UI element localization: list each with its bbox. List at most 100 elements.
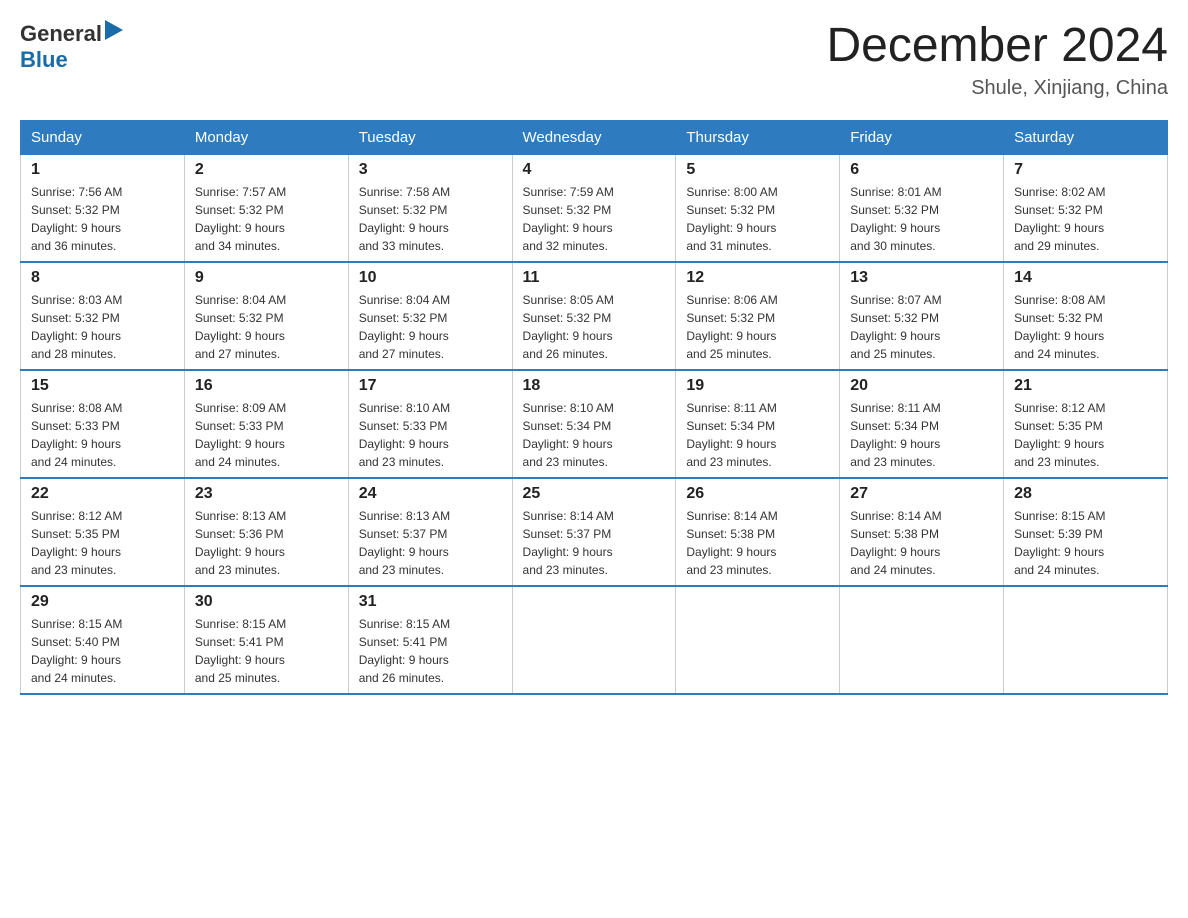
day-info: Sunrise: 8:04 AMSunset: 5:32 PMDaylight:… <box>359 291 502 363</box>
calendar-cell: 22 Sunrise: 8:12 AMSunset: 5:35 PMDayligh… <box>21 478 185 586</box>
calendar-cell: 7Sunrise: 8:02 AMSunset: 5:32 PMDaylight… <box>1004 154 1168 262</box>
calendar-cell: 25Sunrise: 8:14 AMSunset: 5:37 PMDayligh… <box>512 478 676 586</box>
day-number: 23 <box>195 485 338 503</box>
day-info: Sunrise: 8:08 AMSunset: 5:33 PMDaylight:… <box>31 399 174 471</box>
calendar-cell <box>512 586 676 694</box>
day-number: 28 <box>1014 485 1157 503</box>
day-info: Sunrise: 8:13 AMSunset: 5:37 PMDaylight:… <box>359 507 502 579</box>
day-number: 17 <box>359 377 502 395</box>
calendar-cell: 18 Sunrise: 8:10 AMSunset: 5:34 PMDayligh… <box>512 370 676 478</box>
page-header: General Blue December 2024 Shule, Xinjia… <box>20 20 1168 100</box>
day-info: Sunrise: 8:03 AMSunset: 5:32 PMDaylight:… <box>31 291 174 363</box>
day-number: 18 <box>523 377 666 395</box>
day-number: 22 <box>31 485 174 503</box>
weekday-header-monday: Monday <box>184 120 348 154</box>
calendar-cell: 14 Sunrise: 8:08 AMSunset: 5:32 PMDayligh… <box>1004 262 1168 370</box>
day-info: Sunrise: 8:10 AMSunset: 5:34 PMDaylight:… <box>523 399 666 471</box>
calendar-week-row: 22 Sunrise: 8:12 AMSunset: 5:35 PMDayligh… <box>21 478 1168 586</box>
calendar-cell: 5 Sunrise: 8:00 AMSunset: 5:32 PMDaylight… <box>676 154 840 262</box>
day-info: Sunrise: 7:59 AMSunset: 5:32 PMDaylight:… <box>523 183 666 255</box>
day-info: Sunrise: 8:15 AMSunset: 5:39 PMDaylight:… <box>1014 507 1157 579</box>
day-number: 15 <box>31 377 174 395</box>
calendar-cell: 2 Sunrise: 7:57 AMSunset: 5:32 PMDaylight… <box>184 154 348 262</box>
calendar-cell: 16 Sunrise: 8:09 AMSunset: 5:33 PMDayligh… <box>184 370 348 478</box>
day-info: Sunrise: 8:06 AMSunset: 5:32 PMDaylight:… <box>686 291 829 363</box>
day-info: Sunrise: 8:10 AMSunset: 5:33 PMDaylight:… <box>359 399 502 471</box>
calendar-cell: 12 Sunrise: 8:06 AMSunset: 5:32 PMDayligh… <box>676 262 840 370</box>
day-number: 14 <box>1014 269 1157 287</box>
calendar-cell: 9 Sunrise: 8:04 AMSunset: 5:32 PMDaylight… <box>184 262 348 370</box>
calendar-table: SundayMondayTuesdayWednesdayThursdayFrid… <box>20 120 1168 695</box>
day-number: 10 <box>359 269 502 287</box>
day-info: Sunrise: 8:14 AMSunset: 5:38 PMDaylight:… <box>686 507 829 579</box>
day-number: 13 <box>850 269 993 287</box>
calendar-cell: 24 Sunrise: 8:13 AMSunset: 5:37 PMDayligh… <box>348 478 512 586</box>
day-number: 5 <box>686 161 829 179</box>
day-number: 4 <box>523 161 666 179</box>
day-info: Sunrise: 8:00 AMSunset: 5:32 PMDaylight:… <box>686 183 829 255</box>
day-info: Sunrise: 8:05 AMSunset: 5:32 PMDaylight:… <box>523 291 666 363</box>
calendar-cell: 19Sunrise: 8:11 AMSunset: 5:34 PMDayligh… <box>676 370 840 478</box>
calendar-cell <box>1004 586 1168 694</box>
day-info: Sunrise: 8:14 AMSunset: 5:38 PMDaylight:… <box>850 507 993 579</box>
calendar-week-row: 15 Sunrise: 8:08 AMSunset: 5:33 PMDayligh… <box>21 370 1168 478</box>
day-info: Sunrise: 8:07 AMSunset: 5:32 PMDaylight:… <box>850 291 993 363</box>
calendar-cell: 31 Sunrise: 8:15 AMSunset: 5:41 PMDayligh… <box>348 586 512 694</box>
day-info: Sunrise: 8:04 AMSunset: 5:32 PMDaylight:… <box>195 291 338 363</box>
logo-general-text: General <box>20 21 102 47</box>
calendar-cell: 29 Sunrise: 8:15 AMSunset: 5:40 PMDayligh… <box>21 586 185 694</box>
day-number: 8 <box>31 269 174 287</box>
month-year-title: December 2024 <box>826 20 1168 73</box>
title-block: December 2024 Shule, Xinjiang, China <box>826 20 1168 100</box>
day-info: Sunrise: 8:12 AMSunset: 5:35 PMDaylight:… <box>31 507 174 579</box>
weekday-header-tuesday: Tuesday <box>348 120 512 154</box>
calendar-cell: 11 Sunrise: 8:05 AMSunset: 5:32 PMDayligh… <box>512 262 676 370</box>
day-info: Sunrise: 8:09 AMSunset: 5:33 PMDaylight:… <box>195 399 338 471</box>
day-number: 31 <box>359 593 502 611</box>
day-number: 2 <box>195 161 338 179</box>
calendar-cell: 4 Sunrise: 7:59 AMSunset: 5:32 PMDaylight… <box>512 154 676 262</box>
calendar-cell: 13 Sunrise: 8:07 AMSunset: 5:32 PMDayligh… <box>840 262 1004 370</box>
calendar-cell: 3 Sunrise: 7:58 AMSunset: 5:32 PMDaylight… <box>348 154 512 262</box>
day-number: 16 <box>195 377 338 395</box>
calendar-cell: 20 Sunrise: 8:11 AMSunset: 5:34 PMDayligh… <box>840 370 1004 478</box>
day-info: Sunrise: 8:15 AMSunset: 5:41 PMDaylight:… <box>359 615 502 687</box>
calendar-cell: 30Sunrise: 8:15 AMSunset: 5:41 PMDayligh… <box>184 586 348 694</box>
calendar-week-row: 8 Sunrise: 8:03 AMSunset: 5:32 PMDaylight… <box>21 262 1168 370</box>
day-number: 9 <box>195 269 338 287</box>
logo: General Blue <box>20 20 123 73</box>
day-info: Sunrise: 8:15 AMSunset: 5:41 PMDaylight:… <box>195 615 338 687</box>
day-info: Sunrise: 8:08 AMSunset: 5:32 PMDaylight:… <box>1014 291 1157 363</box>
day-number: 26 <box>686 485 829 503</box>
day-number: 21 <box>1014 377 1157 395</box>
weekday-header-row: SundayMondayTuesdayWednesdayThursdayFrid… <box>21 120 1168 154</box>
day-number: 7 <box>1014 161 1157 179</box>
day-number: 1 <box>31 161 174 179</box>
day-number: 24 <box>359 485 502 503</box>
day-info: Sunrise: 8:15 AMSunset: 5:40 PMDaylight:… <box>31 615 174 687</box>
day-number: 29 <box>31 593 174 611</box>
day-info: Sunrise: 8:12 AMSunset: 5:35 PMDaylight:… <box>1014 399 1157 471</box>
day-number: 3 <box>359 161 502 179</box>
day-number: 27 <box>850 485 993 503</box>
calendar-cell: 26 Sunrise: 8:14 AMSunset: 5:38 PMDayligh… <box>676 478 840 586</box>
day-number: 11 <box>523 269 666 287</box>
calendar-week-row: 29 Sunrise: 8:15 AMSunset: 5:40 PMDayligh… <box>21 586 1168 694</box>
day-number: 20 <box>850 377 993 395</box>
calendar-week-row: 1 Sunrise: 7:56 AMSunset: 5:32 PMDaylight… <box>21 154 1168 262</box>
calendar-cell: 23Sunrise: 8:13 AMSunset: 5:36 PMDayligh… <box>184 478 348 586</box>
day-info: Sunrise: 7:56 AMSunset: 5:32 PMDaylight:… <box>31 183 174 255</box>
day-info: Sunrise: 8:11 AMSunset: 5:34 PMDaylight:… <box>686 399 829 471</box>
day-info: Sunrise: 7:58 AMSunset: 5:32 PMDaylight:… <box>359 183 502 255</box>
logo-blue-text: Blue <box>20 47 68 72</box>
calendar-cell: 27 Sunrise: 8:14 AMSunset: 5:38 PMDayligh… <box>840 478 1004 586</box>
day-info: Sunrise: 8:01 AMSunset: 5:32 PMDaylight:… <box>850 183 993 255</box>
day-info: Sunrise: 8:11 AMSunset: 5:34 PMDaylight:… <box>850 399 993 471</box>
day-info: Sunrise: 7:57 AMSunset: 5:32 PMDaylight:… <box>195 183 338 255</box>
calendar-cell: 28 Sunrise: 8:15 AMSunset: 5:39 PMDayligh… <box>1004 478 1168 586</box>
day-number: 12 <box>686 269 829 287</box>
calendar-cell: 17 Sunrise: 8:10 AMSunset: 5:33 PMDayligh… <box>348 370 512 478</box>
weekday-header-wednesday: Wednesday <box>512 120 676 154</box>
weekday-header-sunday: Sunday <box>21 120 185 154</box>
weekday-header-friday: Friday <box>840 120 1004 154</box>
